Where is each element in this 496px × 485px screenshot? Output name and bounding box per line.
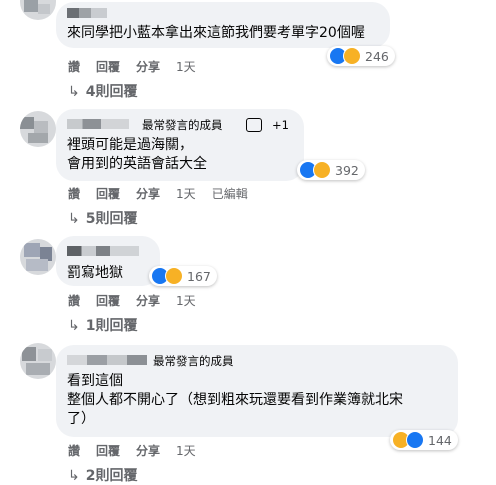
reply-button[interactable]: 回覆 (96, 185, 120, 202)
reaction-count: 167 (187, 268, 211, 284)
reaction-count: 246 (365, 48, 389, 64)
comment-text: 來同學把小藍本拿出來這節我們要考單字20個喔 (67, 25, 365, 41)
reaction-count: 144 (428, 432, 452, 448)
view-replies-link[interactable]: ↳ 2則回覆 (68, 465, 137, 485)
like-button[interactable]: 讚 (68, 292, 80, 309)
reply-arrow-icon: ↳ (68, 211, 80, 227)
like-button[interactable]: 讚 (68, 185, 80, 202)
view-replies-link[interactable]: ↳ 5則回覆 (68, 208, 137, 228)
avatar[interactable] (20, 239, 56, 275)
badge-extra-count[interactable]: +1 (272, 118, 289, 132)
comment-text: 會用到的英語會話大全 (67, 156, 207, 172)
comment-actions: 讚回覆 分享 1天 已編輯 (68, 185, 264, 202)
share-button[interactable]: 分享 (136, 442, 160, 459)
haha-icon (165, 267, 183, 285)
author-name[interactable] (67, 119, 129, 129)
replies-count: 4則回覆 (85, 84, 138, 100)
replies-count: 5則回覆 (85, 211, 138, 227)
timestamp[interactable]: 1天 (176, 58, 196, 75)
view-replies-link[interactable]: ↳ 4則回覆 (68, 81, 137, 101)
reply-arrow-icon: ↳ (68, 318, 80, 334)
share-button[interactable]: 分享 (136, 58, 160, 75)
top-contributor-badge[interactable]: 最常發言的成員 (153, 354, 234, 368)
replies-count: 2則回覆 (85, 468, 138, 484)
comment-actions: 讚回覆 分享 1天 (68, 442, 212, 459)
author-name[interactable] (67, 8, 107, 18)
reply-arrow-icon: ↳ (68, 468, 80, 484)
reply-button[interactable]: 回覆 (96, 292, 120, 309)
like-button[interactable]: 讚 (68, 58, 80, 75)
reply-arrow-icon: ↳ (68, 84, 80, 100)
author-name[interactable] (67, 246, 139, 256)
share-button[interactable]: 分享 (136, 292, 160, 309)
like-button[interactable]: 讚 (68, 442, 80, 459)
reaction-summary[interactable]: 167 (149, 266, 217, 286)
comment-text: 裡頭可能是過海關， (67, 137, 193, 153)
comment-text: 了） (67, 411, 95, 427)
share-button[interactable]: 分享 (136, 185, 160, 202)
avatar[interactable] (20, 111, 56, 147)
top-contributor-badge[interactable]: 最常發言的成員 (142, 118, 223, 132)
author-name[interactable] (67, 355, 147, 365)
haha-icon (313, 161, 331, 179)
reaction-summary[interactable]: 392 (297, 160, 365, 180)
avatar[interactable] (20, 343, 56, 379)
reaction-count: 392 (335, 162, 359, 178)
comment-actions: 讚回覆 分享 1天 (68, 58, 212, 75)
reaction-summary[interactable]: 144 (390, 430, 458, 450)
reply-button[interactable]: 回覆 (96, 58, 120, 75)
timestamp[interactable]: 1天 (176, 442, 196, 459)
badge-icon (246, 118, 262, 132)
reply-button[interactable]: 回覆 (96, 442, 120, 459)
avatar[interactable] (20, 0, 56, 20)
comment-text: 看到這個 (67, 373, 123, 389)
timestamp[interactable]: 1天 (176, 185, 196, 202)
reaction-summary[interactable]: 246 (327, 46, 395, 66)
comment-actions: 讚回覆 分享 1天 (68, 292, 212, 309)
replies-count: 1則回覆 (85, 318, 138, 334)
haha-icon (343, 47, 361, 65)
timestamp[interactable]: 1天 (176, 292, 196, 309)
view-replies-link[interactable]: ↳ 1則回覆 (68, 315, 137, 335)
edited-label: 已編輯 (211, 187, 248, 201)
like-icon (406, 431, 424, 449)
comment-text: 整個人都不開心了（想到粗來玩還要看到作業簿就北宋 (67, 392, 403, 408)
comment-text: 罰寫地獄 (67, 265, 123, 281)
